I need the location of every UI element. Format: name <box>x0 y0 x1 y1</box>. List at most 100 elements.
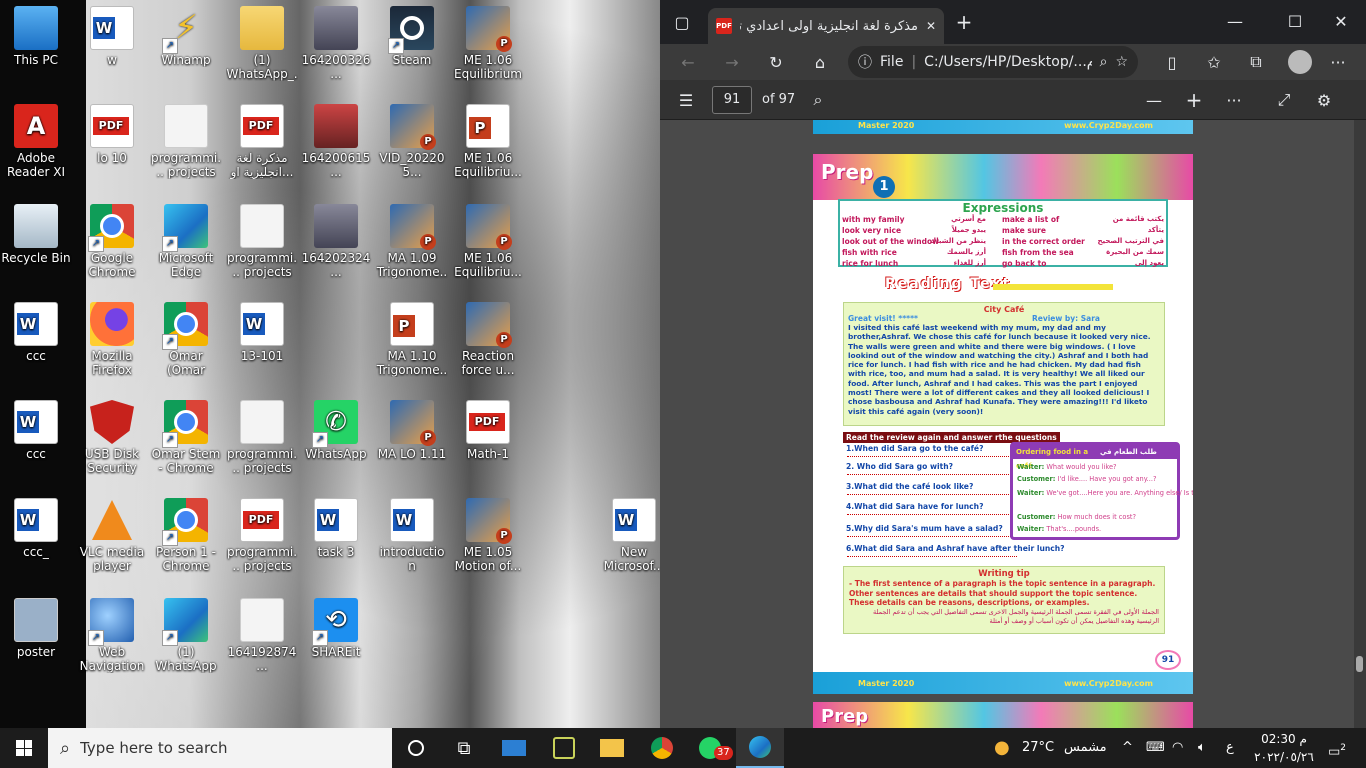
app-icon[interactable] <box>540 728 588 768</box>
find-search-icon[interactable]: ⌕ <box>806 88 830 112</box>
desktop-icon[interactable]: MA 1.09 Trigonome... <box>376 204 448 279</box>
scrollbar-thumb[interactable] <box>1356 656 1363 672</box>
desktop-icon[interactable]: VLC media player <box>76 498 148 573</box>
favorite-star-icon[interactable]: ☆ <box>1115 54 1128 70</box>
desktop-icon[interactable]: This PC <box>0 6 72 67</box>
desktop-icon[interactable]: introduction <box>376 498 448 573</box>
desktop-icon[interactable]: New Microsof... <box>598 498 660 573</box>
refresh-icon[interactable]: ↻ <box>764 50 788 74</box>
desktop-icon[interactable]: programmi... projects (1) <box>226 498 298 573</box>
whatsapp-icon[interactable]: 37 <box>686 728 734 768</box>
desktop-icon[interactable]: lo 10 <box>76 104 148 165</box>
fit-page-icon[interactable]: ⤢ <box>1272 88 1296 112</box>
desktop-icon[interactable]: task 3 <box>300 498 372 559</box>
desktop-icon[interactable]: Omar Stem - Chrome <box>150 400 222 475</box>
desktop-icon[interactable]: Adobe Reader XI <box>0 104 72 179</box>
desktop-icon[interactable]: ccc_ <box>0 498 72 559</box>
input-language[interactable]: ع <box>1226 728 1234 768</box>
start-button[interactable] <box>0 728 48 768</box>
wifi-icon[interactable]: ◠ <box>1172 728 1183 768</box>
favorites-icon[interactable]: ✩ <box>1202 50 1226 74</box>
back-arrow-icon[interactable]: ← <box>676 50 700 74</box>
contents-list-icon[interactable]: ☰ <box>674 88 698 112</box>
desktop-icon-label: programmi... projects (3) <box>226 447 298 475</box>
desktop-icon[interactable]: 164200326... <box>300 6 372 81</box>
notifications-icon[interactable]: ▭2 <box>1322 728 1352 768</box>
desktop-icon[interactable]: programmi... projects (1) <box>150 104 222 179</box>
desktop-icon[interactable]: (1) WhatsApp_... <box>226 6 298 81</box>
tab-actions-icon[interactable]: ▢ <box>672 12 692 32</box>
file-explorer-icon[interactable] <box>588 728 636 768</box>
chrome-icon <box>162 302 208 350</box>
desktop-icon[interactable]: SHAREit <box>300 598 372 659</box>
weather-temp[interactable]: 27°C <box>1022 728 1054 768</box>
forward-arrow-icon[interactable]: → <box>720 50 744 74</box>
desktop-icon[interactable]: ME 1.06 Equilibriu... <box>452 204 524 279</box>
maximize-button[interactable]: ☐ <box>1280 8 1310 34</box>
desktop-icon[interactable]: Omar (Omar Hassan) - ... <box>150 302 222 377</box>
close-icon[interactable]: ✕ <box>926 19 936 33</box>
split-screen-icon[interactable]: ▯ <box>1160 50 1184 74</box>
desktop-icon[interactable]: poster <box>0 598 72 659</box>
desktop-icon[interactable]: Microsoft Edge <box>150 204 222 279</box>
address-bar[interactable]: ⓘ File | C:/Users/HP/Desktop/...م ⌕ ☆ <box>848 46 1138 78</box>
pdf-settings-gear-icon[interactable]: ⚙ <box>1312 88 1336 112</box>
desktop-icon[interactable]: (1) WhatsApp <box>150 598 222 673</box>
desktop-icon[interactable]: Google Chrome <box>76 204 148 279</box>
scrollbar[interactable] <box>1354 120 1366 728</box>
weather-sun-icon[interactable]: ● <box>994 728 1010 768</box>
desktop-icon[interactable]: ME 1.05 Motion of... <box>452 498 524 573</box>
desktop-icon[interactable]: Math-1 <box>452 400 524 461</box>
desktop-icon[interactable]: 164192874... <box>226 598 298 673</box>
pdf-viewer[interactable]: Master 2020 www.Cryp2Day.com Prep 1 Expr… <box>660 120 1366 728</box>
desktop-icon[interactable]: MA 1.10 Trigonome... <box>376 302 448 377</box>
desktop-icon[interactable]: WhatsApp <box>300 400 372 461</box>
desktop-icon[interactable]: Web Navigation <box>76 598 148 673</box>
page-number-input[interactable]: 91 <box>712 86 752 114</box>
desktop-icon[interactable]: Mozilla Firefox <box>76 302 148 377</box>
desktop-icon[interactable]: programmi... projects (2) <box>226 204 298 279</box>
desktop-icon[interactable]: 164200615... <box>300 104 372 179</box>
desktop-icon[interactable]: Recycle Bin <box>0 204 72 265</box>
desktop-icon[interactable]: programmi... projects (3) <box>226 400 298 475</box>
new-tab-button[interactable]: + <box>952 10 976 34</box>
desktop-icon[interactable]: Steam <box>376 6 448 67</box>
desktop-icon[interactable]: Reaction force u... <box>452 302 524 377</box>
weather-text[interactable]: مشمس <box>1064 728 1107 768</box>
desktop-icon[interactable]: MA LO 1.11 <box>376 400 448 461</box>
tray-chevron-icon[interactable]: ^ <box>1122 728 1133 768</box>
desktop-icon[interactable]: VID_202205... <box>376 104 448 179</box>
desktop-icon[interactable]: ccc <box>0 302 72 363</box>
desktop-icon[interactable]: 13-101 <box>226 302 298 363</box>
desktop-icon[interactable]: ME 1.06 Equilibriu... <box>452 104 524 179</box>
desktop-icon[interactable]: 164202324... <box>300 204 372 279</box>
clock[interactable]: 02:30 م ٢٠٢٢/٠٥/٢٦ <box>1252 730 1316 766</box>
edge-taskbar-icon[interactable] <box>736 728 784 768</box>
desktop-icon[interactable]: w <box>76 6 148 67</box>
task-view-button[interactable]: ⧉ <box>440 728 488 768</box>
zoom-in-button[interactable]: + <box>1182 88 1206 112</box>
settings-more-icon[interactable]: ··· <box>1326 50 1350 74</box>
minimize-button[interactable]: — <box>1220 8 1250 34</box>
info-icon[interactable]: ⓘ <box>858 52 872 72</box>
desktop-icon[interactable]: Person 1 - Chrome <box>150 498 222 573</box>
desktop-icon[interactable]: ME 1.06 Equilibrium 1 <box>452 6 524 81</box>
taskbar-search[interactable]: ⌕ Type here to search <box>48 728 392 768</box>
window-close-button[interactable]: ✕ <box>1326 8 1356 34</box>
volume-icon[interactable]: 🔈︎ <box>1198 728 1206 768</box>
mail-icon[interactable] <box>490 728 538 768</box>
search-icon[interactable]: ⌕ <box>1100 54 1108 70</box>
desktop-icon[interactable]: ccc <box>0 400 72 461</box>
profile-avatar[interactable] <box>1286 48 1314 76</box>
zoom-out-button[interactable]: — <box>1142 88 1166 112</box>
tab-pdf[interactable]: PDF مذكرة لغة انجليزية اولى اعدادي ترم ✕ <box>708 8 944 44</box>
cortana-button[interactable] <box>392 728 440 768</box>
desktop-icon[interactable]: USB Disk Security <box>76 400 148 475</box>
desktop-icon[interactable]: مذكرة لغة انجليزية او... <box>226 104 298 179</box>
more-tools-button[interactable]: ··· <box>1222 88 1246 112</box>
home-icon[interactable]: ⌂ <box>808 50 832 74</box>
collections-icon[interactable]: ⧉ <box>1244 50 1268 74</box>
desktop-icon[interactable]: Winamp <box>150 6 222 67</box>
keyboard-icon[interactable]: ⌨ <box>1146 728 1165 768</box>
chrome-icon[interactable] <box>638 728 686 768</box>
